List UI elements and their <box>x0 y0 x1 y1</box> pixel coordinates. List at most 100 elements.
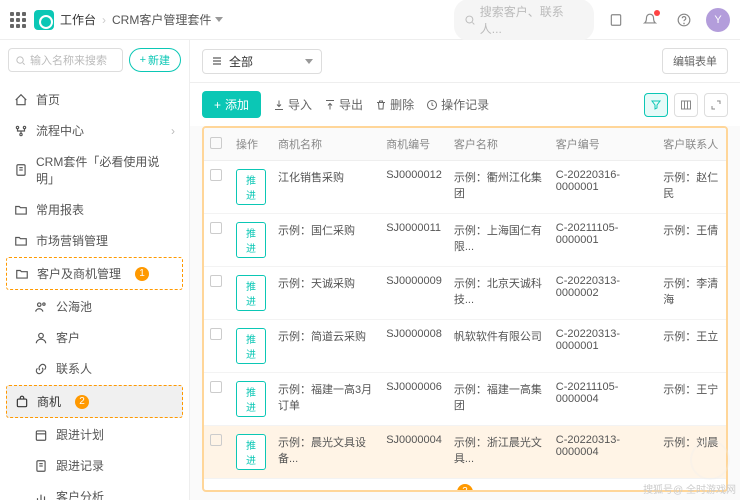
caret-down-icon <box>215 17 223 22</box>
table-row[interactable]: 推进示例：国仁采购SJ0000011示例：上海国仁有限...C-20211105… <box>204 214 726 267</box>
cell-cust: 示例：浙江晨光文具... <box>448 426 550 479</box>
table-row[interactable]: 推进示例：福建一高3月订单SJ0000006示例：福建一高集团C-2021110… <box>204 373 726 426</box>
nav-item-4[interactable]: 市场营销管理 <box>0 225 189 256</box>
nav-icon <box>34 428 48 442</box>
edit-form-button[interactable]: 编辑表单 <box>662 48 728 74</box>
sidebar: 输入名称来搜索 + 新建 首页流程中心› CRM套件「必看使用说明」常用报表市场营… <box>0 40 190 500</box>
nav-label: 客户 <box>56 329 80 346</box>
row-checkbox[interactable] <box>210 169 222 181</box>
bell-icon[interactable] <box>638 8 662 32</box>
data-table-wrap: 操作商机名称商机编号客户名称客户编号客户联系人 推进江化销售采购SJ000001… <box>202 126 728 492</box>
sidebar-search[interactable]: 输入名称来搜索 <box>8 48 123 72</box>
col-header[interactable]: 客户联系人 <box>657 128 726 161</box>
nav-icon <box>14 203 28 217</box>
nav-label: 客户分析 <box>56 488 104 500</box>
row-checkbox[interactable] <box>210 381 222 393</box>
col-header[interactable]: 商机编号 <box>380 128 448 161</box>
nav-label: 市场营销管理 <box>36 232 108 249</box>
row-checkbox[interactable] <box>210 328 222 340</box>
expand-icon <box>710 99 722 111</box>
table-row[interactable]: 推进示例：晨光文具设备...SJ0000004示例：浙江晨光文具...C-202… <box>204 426 726 479</box>
nav-item-7[interactable]: 客户 <box>0 322 189 353</box>
display-button[interactable] <box>674 93 698 117</box>
cell-cust: 示例：衢州江化集团 <box>448 161 550 214</box>
search-icon <box>464 14 476 26</box>
filter-icon <box>650 99 662 111</box>
cell-code: SJ0000008 <box>380 320 448 373</box>
cell-contact: 示例：王宁 <box>657 373 726 426</box>
nav-item-12[interactable]: 客户分析 <box>0 481 189 500</box>
cell-contact: 示例：李清海 <box>657 267 726 320</box>
nav-item-5[interactable]: 客户及商机管理 1 <box>6 257 183 290</box>
col-header[interactable]: 客户编号 <box>550 128 658 161</box>
breadcrumb-suite-dropdown[interactable]: CRM客户管理套件 <box>112 11 223 28</box>
table-row[interactable]: 推进示例：天诚采购SJ0000009示例：北京天诚科技...C-20220313… <box>204 267 726 320</box>
nav-item-8[interactable]: 联系人 <box>0 353 189 384</box>
nav-item-10[interactable]: 跟进计划 <box>0 419 189 450</box>
avatar[interactable]: Y <box>706 8 730 32</box>
nav-item-2[interactable]: CRM套件「必看使用说明」 <box>0 146 189 194</box>
import-link[interactable]: 导入 <box>273 96 312 113</box>
global-search[interactable]: 搜索客户、联系人... <box>454 0 594 41</box>
table-row[interactable]: 推进示例：简道云采购SJ0000008帆软软件有限公司C-20220313-00… <box>204 320 726 373</box>
nav-label: 联系人 <box>56 360 92 377</box>
view-selector[interactable]: 全部 <box>202 49 322 74</box>
list-icon <box>211 55 223 67</box>
checkbox-all[interactable] <box>210 137 222 149</box>
col-header[interactable]: 客户名称 <box>448 128 550 161</box>
import-icon <box>273 99 285 111</box>
add-button[interactable]: + 添加 <box>202 91 261 118</box>
nav-label: 公海池 <box>56 298 92 315</box>
cell-contact: 示例：王倩 <box>657 214 726 267</box>
apps-icon[interactable] <box>10 12 26 28</box>
badge: 2 <box>75 395 89 409</box>
nav-item-1[interactable]: 流程中心› <box>0 115 189 146</box>
cell-name: 示例：天诚采购 <box>272 267 380 320</box>
watermark-logo <box>690 440 730 480</box>
nav-item-6[interactable]: 公海池 <box>0 291 189 322</box>
col-header[interactable]: 商机名称 <box>272 128 380 161</box>
cell-name: 江化销售采购 <box>272 161 380 214</box>
cell-code: SJ0000006 <box>380 373 448 426</box>
new-button[interactable]: + 新建 <box>129 48 181 72</box>
nav-list: 首页流程中心› CRM套件「必看使用说明」常用报表市场营销管理客户及商机管理 1 公海… <box>0 80 189 500</box>
nav-label: CRM套件「必看使用说明」 <box>36 153 175 187</box>
cell-contact: 示例：赵仁民 <box>657 161 726 214</box>
oplog-link[interactable]: 操作记录 <box>426 96 489 113</box>
push-button[interactable]: 推进 <box>236 169 266 205</box>
push-button[interactable]: 推进 <box>236 434 266 470</box>
cell-ccode: C-20211105-0000004 <box>550 373 658 426</box>
trash-icon <box>375 99 387 111</box>
export-link[interactable]: 导出 <box>324 96 363 113</box>
delete-link[interactable]: 删除 <box>375 96 414 113</box>
row-checkbox[interactable] <box>210 222 222 234</box>
push-button[interactable]: 推进 <box>236 275 266 311</box>
col-header[interactable]: 操作 <box>230 128 272 161</box>
nav-icon <box>34 362 48 376</box>
cell-cust: 帆软软件有限公司 <box>448 320 550 373</box>
filter-button[interactable] <box>644 93 668 117</box>
expand-button[interactable] <box>704 93 728 117</box>
row-checkbox[interactable] <box>210 434 222 446</box>
cell-contact: 示例：王立 <box>657 320 726 373</box>
badge: 1 <box>135 267 149 281</box>
breadcrumb-workspace[interactable]: 工作台 <box>60 11 96 28</box>
cell-ccode: C-20220313-0000004 <box>550 426 658 479</box>
chevron-right-icon: › <box>171 124 175 138</box>
push-button[interactable]: 推进 <box>236 328 266 364</box>
row-checkbox[interactable] <box>210 275 222 287</box>
nav-item-11[interactable]: 跟进记录 <box>0 450 189 481</box>
nav-label: 客户及商机管理 <box>37 265 121 282</box>
push-button[interactable]: 推进 <box>236 222 266 258</box>
nav-item-3[interactable]: 常用报表 <box>0 194 189 225</box>
book-icon[interactable] <box>604 8 628 32</box>
cell-ccode: C-20220313-0000001 <box>550 320 658 373</box>
nav-icon <box>34 331 48 345</box>
help-icon[interactable] <box>672 8 696 32</box>
table-row[interactable]: 推进江化销售采购SJ0000012示例：衢州江化集团C-20220316-000… <box>204 161 726 214</box>
push-button[interactable]: 推进 <box>236 381 266 417</box>
cell-ccode: C-20220316-0000001 <box>550 161 658 214</box>
cell-cust: 示例：上海国仁有限... <box>448 214 550 267</box>
nav-item-9[interactable]: 商机2 <box>6 385 183 418</box>
nav-item-0[interactable]: 首页 <box>0 84 189 115</box>
